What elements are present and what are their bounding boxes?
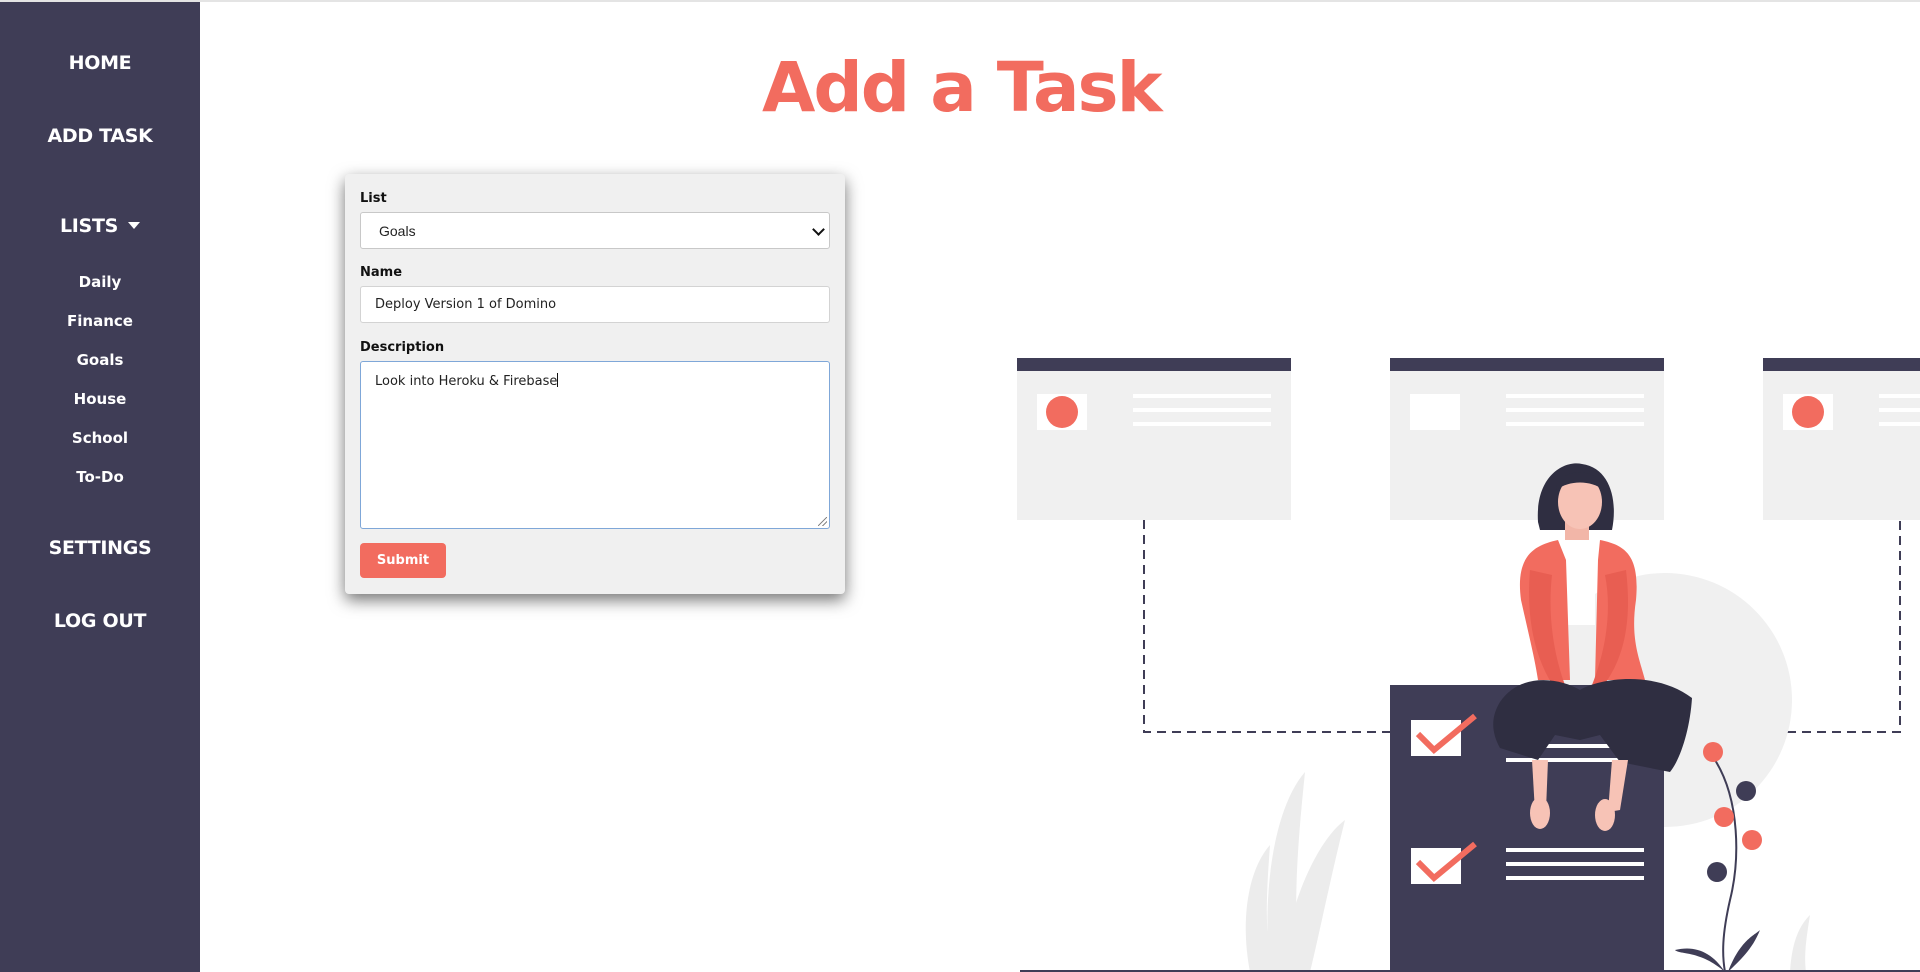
resize-grip-icon[interactable]: [818, 517, 827, 526]
task-card-2: [1390, 358, 1664, 520]
sidebar-item-to-do[interactable]: To-Do: [0, 468, 200, 486]
name-label: Name: [360, 265, 403, 280]
description-value: Look into Heroku & Firebase: [375, 374, 558, 389]
description-textarea[interactable]: Look into Heroku & Firebase: [360, 361, 830, 529]
name-input[interactable]: Deploy Version 1 of Domino: [360, 286, 830, 323]
caret-down-icon: [128, 222, 140, 229]
nav-lists-toggle[interactable]: LISTS: [0, 215, 200, 237]
task-card-1: [1017, 358, 1291, 520]
nav-log-out[interactable]: LOG OUT: [0, 610, 200, 632]
list-label: List: [360, 191, 387, 206]
submit-button[interactable]: Submit: [360, 543, 446, 578]
sidebar: HOME ADD TASK LISTS Daily Finance Goals …: [0, 2, 200, 972]
plant-right-icon: [1790, 915, 1810, 972]
nav-home[interactable]: HOME: [0, 52, 200, 74]
woman-sitting-on-task-board-illustration: [1017, 358, 1920, 972]
sidebar-item-house[interactable]: House: [0, 390, 200, 408]
page-title: Add a Task: [762, 48, 1162, 128]
sidebar-item-goals[interactable]: Goals: [0, 351, 200, 369]
description-label: Description: [360, 340, 445, 355]
nav-settings[interactable]: SETTINGS: [0, 537, 200, 559]
nav-add-task[interactable]: ADD TASK: [0, 125, 200, 147]
sidebar-item-school[interactable]: School: [0, 429, 200, 447]
chevron-down-icon: [812, 223, 825, 236]
task-card-3: [1763, 358, 1920, 520]
top-border: [0, 0, 1920, 2]
list-select[interactable]: Goals: [360, 212, 830, 249]
sidebar-item-daily[interactable]: Daily: [0, 273, 200, 291]
add-task-form: List Goals Name Deploy Version 1 of Domi…: [345, 174, 845, 594]
sidebar-item-finance[interactable]: Finance: [0, 312, 200, 330]
text-cursor: [557, 373, 559, 387]
list-select-value: Goals: [379, 223, 416, 239]
nav-lists-label: LISTS: [59, 215, 118, 237]
plant-left-icon: [1245, 772, 1345, 972]
page: HOME ADD TASK LISTS Daily Finance Goals …: [0, 0, 1920, 972]
